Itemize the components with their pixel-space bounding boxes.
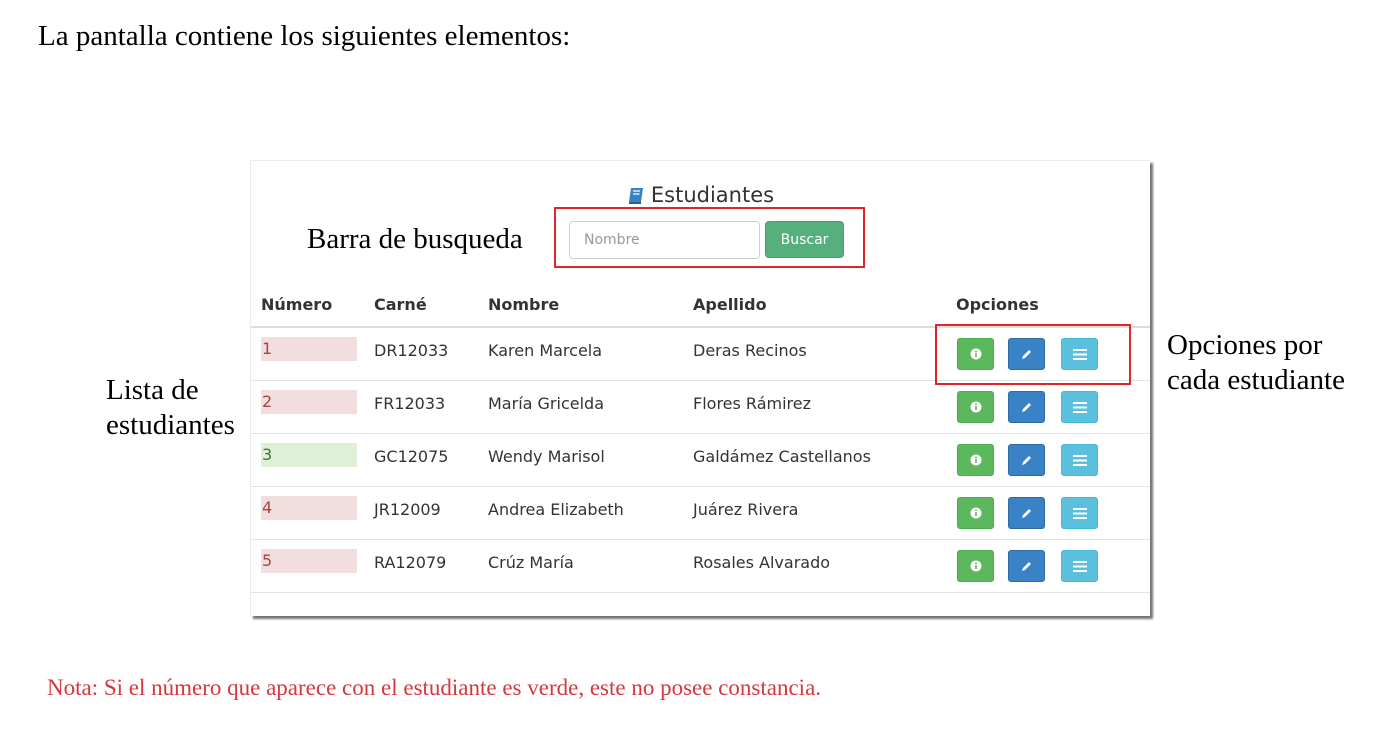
student-carne: DR12033 <box>374 341 449 360</box>
table-row: 2 FR12033 María Gricelda Flores Rámirez <box>251 381 1150 434</box>
book-icon <box>628 188 643 204</box>
column-header-carne: Carné <box>374 295 427 314</box>
pencil-icon <box>1020 560 1033 573</box>
list-button[interactable] <box>1061 444 1098 476</box>
student-carne: GC12075 <box>374 447 449 466</box>
info-button[interactable] <box>957 497 994 529</box>
student-apellido: Flores Rámirez <box>693 394 811 413</box>
student-carne: RA12079 <box>374 553 447 572</box>
student-number: 5 <box>261 549 357 573</box>
student-apellido: Rosales Alvarado <box>693 553 831 572</box>
table-row: 3 GC12075 Wendy Marisol Galdámez Castellano… <box>251 434 1150 487</box>
student-apellido: Deras Recinos <box>693 341 807 360</box>
list-button[interactable] <box>1061 497 1098 529</box>
column-header-nombre: Nombre <box>488 295 560 314</box>
options-label: Opciones por cada estudiante <box>1167 328 1345 398</box>
student-carne: JR12009 <box>374 500 441 519</box>
student-number: 4 <box>261 496 357 520</box>
panel-title-label: Estudiantes <box>650 183 775 207</box>
column-header-apellido: Apellido <box>693 295 767 314</box>
pencil-icon <box>1020 454 1033 467</box>
edit-button[interactable] <box>1008 444 1045 476</box>
options-highlight <box>935 324 1131 385</box>
list-icon <box>1072 401 1087 413</box>
edit-button[interactable] <box>1008 550 1045 582</box>
list-button[interactable] <box>1061 550 1098 582</box>
edit-button[interactable] <box>1008 391 1045 423</box>
options-label-line2: cada estudiante <box>1167 364 1345 396</box>
edit-button[interactable] <box>1008 497 1045 529</box>
student-list-label-line2: estudiantes <box>106 409 235 441</box>
student-nombre: Karen Marcela <box>488 341 603 360</box>
student-carne: FR12033 <box>374 394 446 413</box>
panel-title: Estudiantes <box>251 183 1150 207</box>
info-icon <box>970 507 982 519</box>
list-icon <box>1072 454 1087 466</box>
student-nombre: María Gricelda <box>488 394 604 413</box>
pencil-icon <box>1020 401 1033 414</box>
student-list-label-line1: Lista de <box>106 374 199 406</box>
student-number: 3 <box>261 443 357 467</box>
table-row: 5 RA12079 Crúz María Rosales Alvarado <box>251 540 1150 593</box>
pencil-icon <box>1020 507 1033 520</box>
student-nombre: Crúz María <box>488 553 574 572</box>
intro-text: La pantalla contiene los siguientes elem… <box>38 20 571 52</box>
info-icon <box>970 560 982 572</box>
table-row: 4 JR12009 Andrea Elizabeth Juárez Rivera <box>251 487 1150 540</box>
student-nombre: Andrea Elizabeth <box>488 500 624 519</box>
student-apellido: Juárez Rivera <box>693 500 799 519</box>
list-icon <box>1072 560 1087 572</box>
student-apellido: Galdámez Castellanos <box>693 447 871 466</box>
student-list-label: Lista de estudiantes <box>106 373 235 443</box>
list-icon <box>1072 507 1087 519</box>
search-bar-highlight <box>554 207 865 268</box>
column-header-opciones: Opciones <box>956 295 1039 314</box>
column-header-numero: Número <box>261 295 333 314</box>
info-button[interactable] <box>957 444 994 476</box>
list-button[interactable] <box>1061 391 1098 423</box>
search-bar-label: Barra de busqueda <box>307 223 523 255</box>
info-button[interactable] <box>957 391 994 423</box>
student-number: 2 <box>261 390 357 414</box>
info-icon <box>970 401 982 413</box>
note-text: Nota: Si el número que aparece con el es… <box>47 675 822 700</box>
info-icon <box>970 454 982 466</box>
student-number: 1 <box>261 337 357 361</box>
student-nombre: Wendy Marisol <box>488 447 605 466</box>
options-label-line1: Opciones por <box>1167 329 1323 361</box>
info-button[interactable] <box>957 550 994 582</box>
